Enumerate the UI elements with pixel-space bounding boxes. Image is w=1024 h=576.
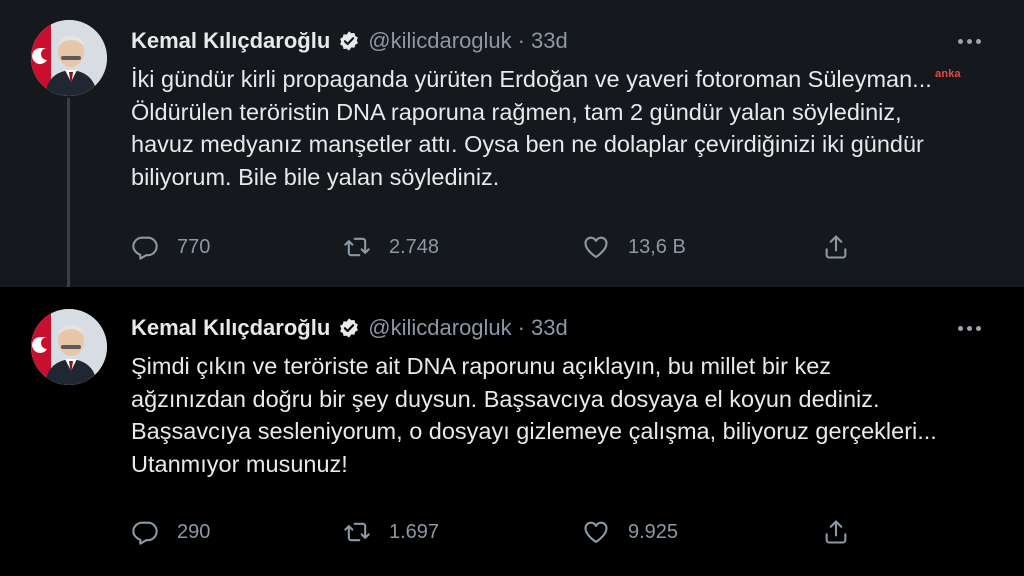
tweet-text: Şimdi çıkın ve teröriste ait DNA raporun… [131,350,1001,480]
retweet-icon [344,522,370,542]
tweet-actions: 770 2.748 13,6 B [0,232,1024,262]
reply-button[interactable]: 290 [131,517,210,547]
like-icon [584,236,608,258]
like-count: 9.925 [628,520,679,543]
retweet-icon [344,237,370,257]
reply-icon [132,521,158,545]
tweet-text-line: Utanmıyor musunuz! [131,450,348,477]
like-button[interactable]: 9.925 [582,517,678,547]
retweet-button[interactable]: 2.748 [343,232,439,262]
separator: · [517,28,525,53]
verified-badge-icon [338,30,360,52]
tweet-header: Kemal Kılıçdaroğlu @kilicdarogluk · 33d [131,313,568,343]
like-count: 13,6 B [628,235,686,258]
tweet-text-line: Başsavcıya sesleniyorum, o dosyayı gizle… [131,418,937,444]
retweet-count: 2.748 [389,235,440,258]
avatar[interactable] [31,309,107,385]
share-button[interactable] [822,232,868,262]
share-icon [825,520,847,544]
tweet-text-line: biliyorum. Bile bile yalan söylediniz. [131,163,500,190]
share-button[interactable] [822,517,868,547]
like-icon [584,521,608,543]
separator: · [517,315,525,340]
timestamp[interactable]: 33d [531,315,568,341]
reply-count: 770 [177,235,211,258]
author-name[interactable]: Kemal Kılıçdaroğlu [131,315,330,341]
retweet-count: 1.697 [389,520,440,543]
avatar[interactable] [31,20,107,96]
reply-icon [132,236,158,260]
tweet-text: İki gündür kirli propaganda yürüten Erdo… [131,63,1001,193]
watermark-logo: anka [935,68,961,80]
like-button[interactable]: 13,6 B [582,232,686,262]
retweet-button[interactable]: 1.697 [343,517,439,547]
tweet-text-line: Şimdi çıkın ve teröriste ait DNA raporun… [131,353,832,379]
tweet[interactable]: Kemal Kılıçdaroğlu @kilicdarogluk · 33d … [0,0,1024,298]
tweet-actions: 290 1.697 9.925 [0,517,1024,547]
reply-button[interactable]: 770 [131,232,210,262]
share-icon [825,235,847,259]
tweet-text-line: Öldürülen teröristin DNA raporuna rağmen… [131,98,902,125]
timestamp[interactable]: 33d [531,28,568,54]
verified-badge-icon [338,317,360,339]
author-handle[interactable]: @kilicdarogluk [368,28,511,54]
thread-connector [67,98,70,298]
more-options-icon[interactable] [952,318,986,338]
more-options-icon[interactable] [952,31,986,51]
author-name[interactable]: Kemal Kılıçdaroğlu [131,28,330,54]
tweet-text-line: havuz medyanız manşetler attı. Oysa ben … [131,131,924,157]
reply-count: 290 [177,520,211,543]
tweet-header: Kemal Kılıçdaroğlu @kilicdarogluk · 33d [131,26,568,56]
tweet-text-line: ağzınızdan doğru bir şey duysun. Başsavc… [131,385,880,412]
tweet-text-line: İki gündür kirli propaganda yürüten Erdo… [131,66,932,92]
author-handle[interactable]: @kilicdarogluk [368,315,511,341]
